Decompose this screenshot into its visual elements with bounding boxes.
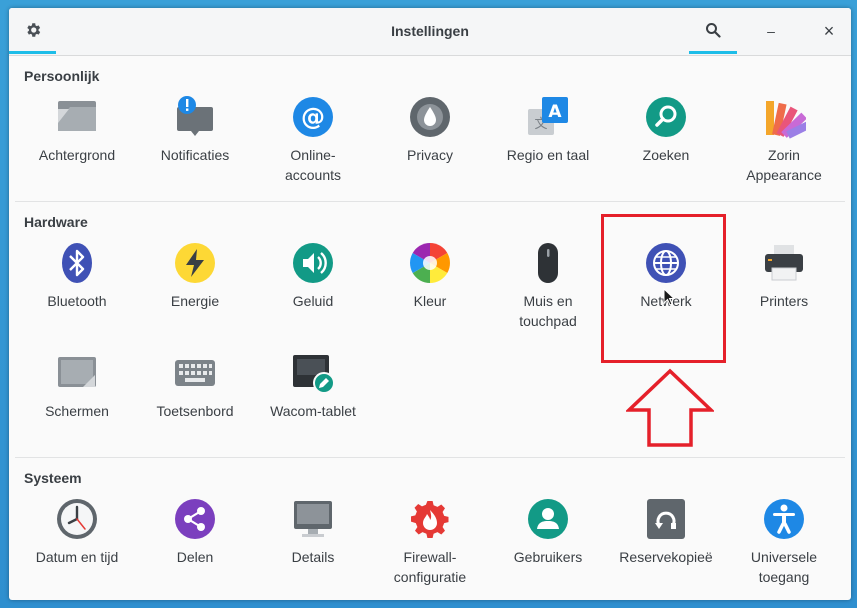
tile-label: Zoeken [642, 147, 690, 163]
tile-label: Bluetooth [47, 293, 107, 309]
mouse-icon [538, 243, 558, 283]
tile-gebruikers[interactable]: Gebruikers [489, 497, 607, 567]
tile-label: Energie [170, 293, 220, 309]
gear-icon [26, 22, 40, 37]
tile-zorin-appearance[interactable]: Zorin Appearance [725, 95, 843, 185]
power-icon [175, 243, 215, 283]
tile-toetsenbord[interactable]: Toetsenbord [136, 351, 254, 421]
tile-bluetooth[interactable]: Bluetooth [18, 241, 136, 311]
close-icon: × [823, 20, 835, 41]
search-settings-icon [646, 97, 686, 137]
mouse-pointer-icon [663, 288, 675, 306]
settings-window: Instellingen – × Persoonlijk Achtergrond [9, 8, 851, 600]
tile-label: Schermen [45, 403, 109, 419]
share-icon [175, 499, 215, 539]
zorin-appearance-icon [766, 101, 806, 139]
tile-datum-en-tijd[interactable]: Datum en tijd [18, 497, 136, 567]
printer-icon [765, 245, 803, 281]
tile-delen[interactable]: Delen [136, 497, 254, 567]
details-monitor-icon [294, 501, 332, 537]
online-accounts-icon: @ [293, 97, 333, 137]
tile-label: Delen [176, 549, 214, 565]
minimize-icon: – [767, 23, 775, 39]
clock-icon [57, 499, 97, 539]
firewall-icon [411, 501, 449, 538]
region-language-icon: 文 A [528, 97, 568, 135]
minimize-button[interactable]: – [751, 8, 791, 54]
tile-label: Printers [759, 293, 809, 309]
section-divider [15, 457, 845, 458]
tile-energie[interactable]: Energie [136, 241, 254, 311]
tile-label: Geluid [292, 293, 334, 309]
tile-details[interactable]: Details [254, 497, 372, 567]
svg-text:A: A [548, 102, 562, 122]
tile-label: Details [291, 549, 335, 565]
tile-label: Notificaties [160, 147, 230, 163]
notifications-icon [177, 96, 213, 136]
keyboard-icon [175, 360, 215, 386]
tile-label: Universele toegang [750, 549, 818, 585]
bluetooth-icon [62, 243, 92, 283]
tile-label: Kleur [413, 293, 447, 309]
tile-wacom-tablet[interactable]: Wacom-tablet [254, 351, 372, 421]
section-title-personal: Persoonlijk [24, 68, 100, 84]
tile-label: Gebruikers [513, 549, 583, 565]
tile-zoeken[interactable]: Zoeken [607, 95, 725, 165]
tile-achtergrond[interactable]: Achtergrond [18, 95, 136, 165]
tile-muis-en-touchpad[interactable]: Muis en touchpad [489, 241, 607, 331]
tile-label: Privacy [407, 147, 453, 163]
privacy-icon [410, 97, 450, 137]
tile-label: Toetsenbord [156, 403, 234, 419]
tile-firewall-configuratie[interactable]: Firewall-configuratie [371, 497, 489, 587]
svg-text:@: @ [301, 103, 325, 131]
close-button[interactable]: × [809, 8, 849, 54]
search-icon [706, 22, 721, 38]
tile-notificaties[interactable]: Notificaties [136, 95, 254, 165]
settings-menu-button[interactable] [9, 8, 56, 54]
sound-icon [293, 243, 333, 283]
accessibility-icon [764, 499, 804, 539]
tile-schermen[interactable]: Schermen [18, 351, 136, 421]
background-icon [58, 101, 96, 131]
tile-label: Muis en touchpad [519, 293, 577, 329]
tile-printers[interactable]: Printers [725, 241, 843, 311]
tile-reservekopieen[interactable]: Reservekopieë [607, 497, 725, 567]
annotation-up-arrow-icon [626, 368, 714, 447]
tile-label: Firewall-configuratie [393, 549, 467, 585]
search-button[interactable] [689, 8, 737, 54]
tile-privacy[interactable]: Privacy [371, 95, 489, 165]
section-title-system: Systeem [24, 470, 82, 486]
users-icon [528, 499, 568, 539]
tile-label: Datum en tijd [35, 549, 119, 565]
color-icon [410, 243, 450, 283]
tile-kleur[interactable]: Kleur [371, 241, 489, 311]
tile-label: Achtergrond [38, 147, 116, 163]
section-title-hardware: Hardware [24, 214, 88, 230]
displays-icon [58, 357, 96, 387]
section-divider [15, 201, 845, 202]
tile-label: Wacom-tablet [270, 403, 356, 419]
tile-geluid[interactable]: Geluid [254, 241, 372, 311]
tile-label: Zorin Appearance [746, 147, 822, 183]
tile-online-accounts[interactable]: @ Online-accounts [254, 95, 372, 185]
wacom-tablet-icon [293, 355, 335, 394]
tile-regio-en-taal[interactable]: 文 A Regio en taal [489, 95, 607, 165]
headerbar: Instellingen – × [9, 8, 851, 56]
backup-icon [647, 499, 685, 539]
tile-label: Regio en taal [506, 147, 590, 163]
tile-label: Online-accounts [284, 147, 342, 183]
tile-label: Reservekopieë [619, 549, 713, 565]
tile-universele-toegang[interactable]: Universele toegang [725, 497, 843, 587]
